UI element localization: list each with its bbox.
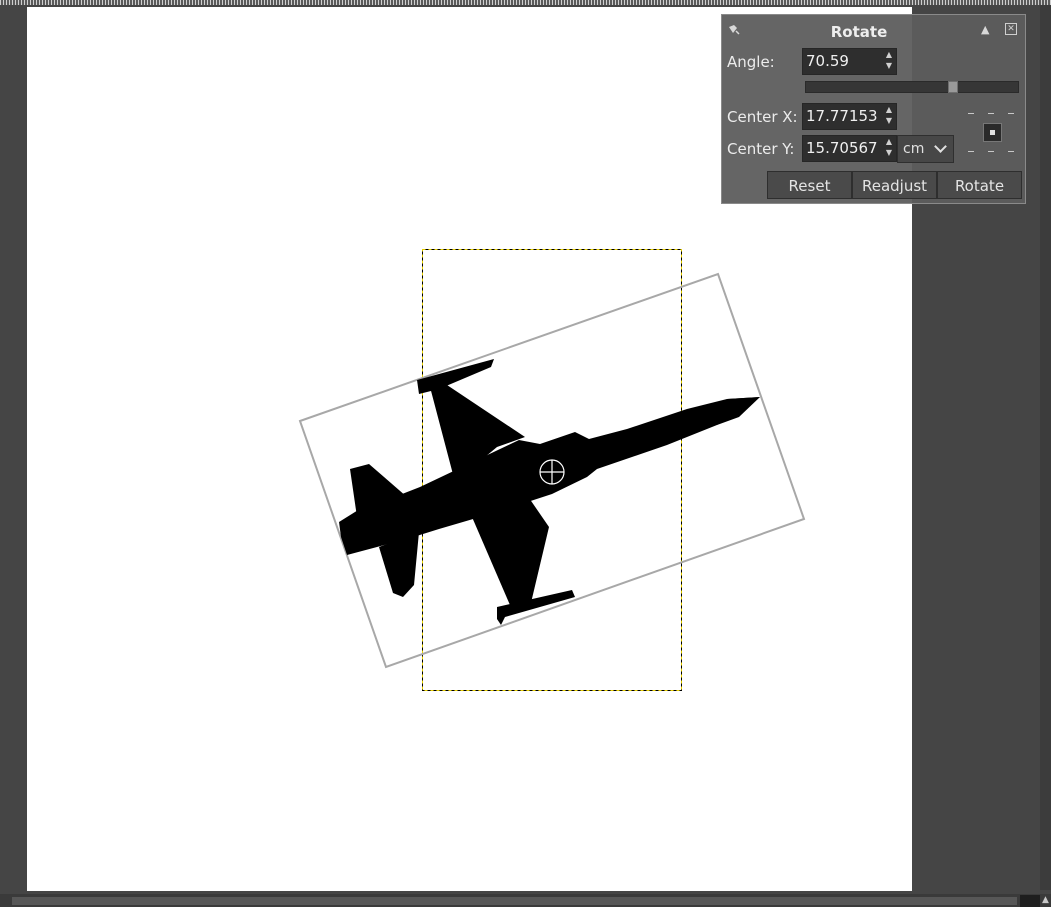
pivot-top-right-icon[interactable]: [1008, 113, 1014, 118]
aircraft-silhouette: [339, 359, 760, 625]
chevron-down-icon: [934, 140, 947, 153]
scroll-arrow-icon[interactable]: ▲: [1040, 894, 1051, 907]
top-ruler: [0, 0, 1051, 5]
pivot-top-left-icon[interactable]: [968, 113, 974, 118]
rotate-button[interactable]: Rotate: [937, 171, 1022, 199]
shade-triangle-icon[interactable]: ▲: [981, 23, 989, 36]
crosshair-icon: [539, 459, 565, 485]
vertical-scrollbar[interactable]: [1040, 5, 1051, 890]
angle-slider-thumb[interactable]: [947, 81, 958, 93]
angle-spin-arrows-icon[interactable]: ▲ ▼: [882, 49, 896, 74]
rotate-dialog: Rotate ▲ ✕ Angle: 70.59 ▲ ▼ Center X: 17.…: [721, 14, 1026, 204]
center-y-spin-arrows-icon[interactable]: ▲ ▼: [882, 136, 896, 161]
pivot-bottom-left-icon[interactable]: [968, 151, 974, 156]
center-x-spin-arrows-icon[interactable]: ▲ ▼: [882, 104, 896, 129]
angle-slider[interactable]: [805, 81, 1019, 93]
reset-button[interactable]: Reset: [767, 171, 852, 199]
center-x-input[interactable]: 17.77153 ▲ ▼: [802, 103, 897, 130]
dialog-title: Rotate: [830, 23, 888, 41]
readjust-button[interactable]: Readjust: [852, 171, 937, 199]
pivot-bottom-icon[interactable]: [988, 151, 994, 156]
pivot-bottom-right-icon[interactable]: [1008, 151, 1014, 156]
pivot-selector[interactable]: [968, 109, 1016, 157]
center-x-value: 17.77153: [806, 107, 878, 125]
unit-value: cm: [903, 141, 925, 157]
center-x-label: Center X:: [727, 108, 798, 126]
angle-label: Angle:: [727, 53, 775, 71]
pivot-top-icon[interactable]: [988, 113, 994, 118]
center-y-value: 15.70567: [806, 139, 878, 157]
close-icon[interactable]: ✕: [1005, 23, 1017, 35]
navigate-corner[interactable]: [1020, 895, 1040, 907]
angle-value: 70.59: [806, 52, 849, 70]
pivot-center-icon[interactable]: [983, 123, 1002, 142]
angle-input[interactable]: 70.59 ▲ ▼: [802, 48, 897, 75]
center-y-input[interactable]: 15.70567 ▲ ▼: [802, 135, 897, 162]
center-y-label: Center Y:: [727, 140, 795, 158]
horizontal-scrollbar-thumb[interactable]: [12, 897, 1017, 905]
unit-select[interactable]: cm: [897, 135, 954, 163]
